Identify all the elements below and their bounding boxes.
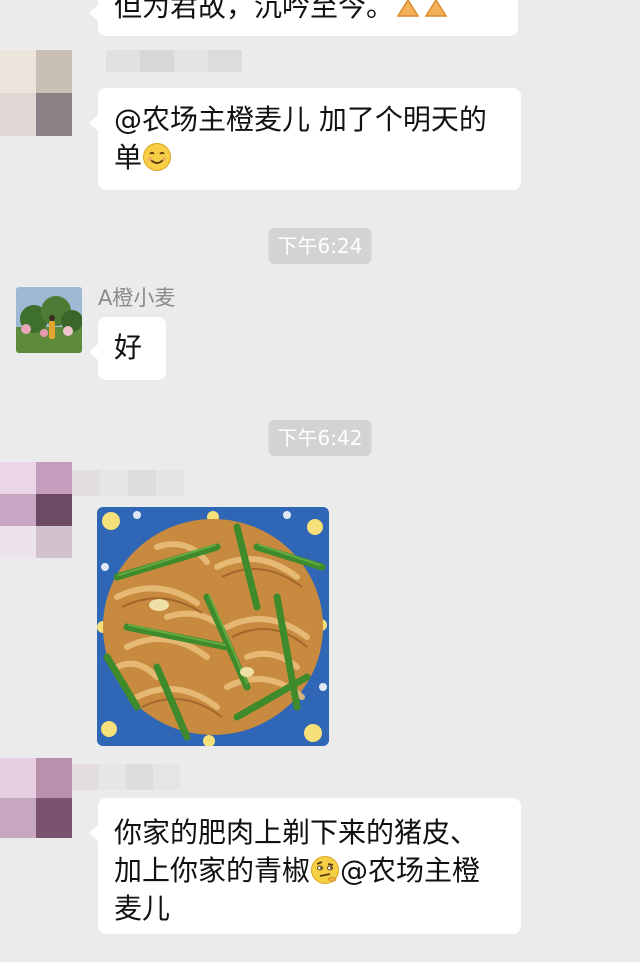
message-line: 加上你家的青椒 [114,854,311,887]
sender-name-blurred [106,50,242,72]
avatar-blurred[interactable] [0,758,72,838]
bottom-edge [0,955,640,962]
message-line: 你家的肥肉上剃下来的猪皮、 [114,816,479,849]
timestamp: 下午6:42 [268,420,372,456]
message-bubble-top[interactable]: 但为君故，沉吟至今。 [89,0,518,36]
message-line: @农场主橙麦儿 加了个明天的 [114,103,487,136]
message-line: 单 [114,141,143,174]
timestamp: 下午6:24 [268,228,372,264]
folded-hands-icon [394,0,452,17]
message-bubble[interactable]: 你家的肥肉上剃下来的猪皮、 加上你家的青椒 @农场主橙 麦儿 [89,798,521,934]
message-bubble[interactable]: @农场主橙麦儿 加了个明天的 单 [89,88,521,190]
message-text: 好 [114,331,143,364]
sender-name-blurred [72,764,180,790]
sender-name: A橙小麦 [98,286,176,310]
food-photo[interactable] [97,507,329,746]
avatar-blurred[interactable] [0,50,72,136]
sender-name-blurred [72,470,184,496]
message-line: @农场主橙 [340,854,481,887]
message-line: 麦儿 [114,892,171,925]
avatar[interactable] [16,287,82,353]
raised-eyebrow-face-icon [310,855,340,885]
message-bubble[interactable]: 好 [89,317,166,380]
message-text: 但为君故，沉吟至今。 [114,0,395,23]
smiling-face-icon [142,142,172,172]
avatar-blurred[interactable] [0,462,72,558]
